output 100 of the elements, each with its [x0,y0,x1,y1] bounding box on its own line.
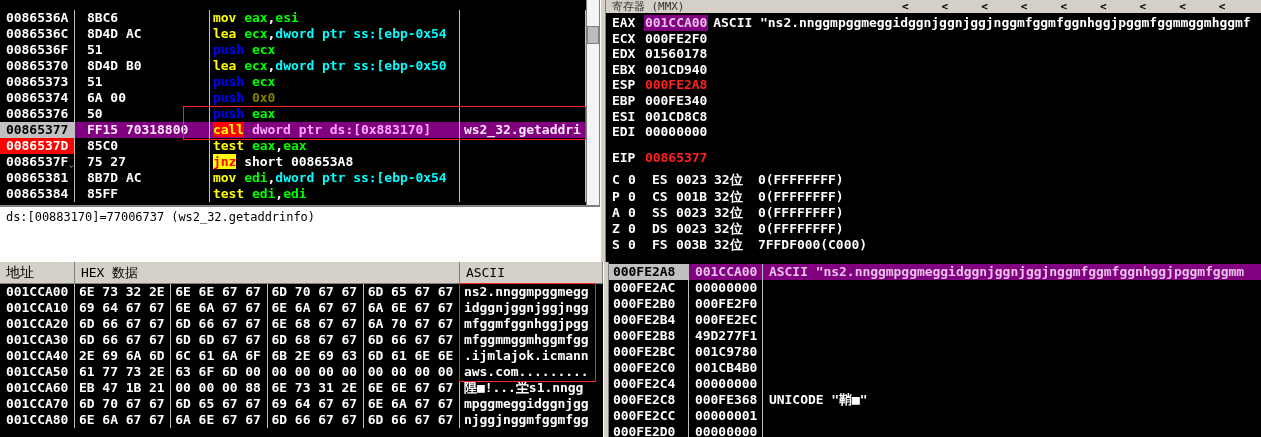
arrow-button[interactable]: < [981,0,1021,13]
address-cell: 00865377 [0,122,75,138]
hex-cell: 6D 65 67 67 [171,396,268,412]
address-cell: 001CCA00 [0,284,75,300]
hex-cell: 69 64 67 67 [75,300,172,316]
register-value[interactable]: 000FE2A8 [644,77,709,93]
arrow-button[interactable]: < [941,0,982,13]
instruction-cell: push ecx [210,74,460,90]
ascii-cell-text: mfggmmggmhggmfgg [463,332,589,348]
hex-cell: 6A 6E 67 67 [171,412,268,428]
register-value[interactable]: 001CD940 [644,61,709,78]
value-cell: 00000000 [689,376,763,392]
ascii-cell-text: aws.com......... [463,364,589,380]
arrow-button[interactable]: < [1179,0,1219,13]
arrow-button[interactable]: < [1060,0,1100,13]
hex-cell: 6D 66 67 67 [75,316,172,332]
address-cell: 0086536F [0,42,75,58]
address-cell: 0086537D [0,138,75,154]
address-cell: 001CCA40 [0,348,75,364]
segment-base: 0(FFFFFFFF) [758,220,844,238]
hex-cell: 6E 73 32 2E [75,284,172,300]
address-cell: 001CCA50 [0,364,75,380]
hex-cell: 6A 6E 67 67 [363,300,460,316]
flag-value[interactable]: 0 [628,172,652,189]
hex-cell: 6E 6A 67 67 [363,396,460,412]
address-cell: 000FE2B4 [609,312,689,328]
address-cell: 00865374 [0,90,75,106]
value-cell: 001C9780 [689,344,763,360]
arrow-button[interactable]: < [902,0,942,13]
address-cell: 0086536C [0,26,75,42]
hex-cell: 6D 66 67 67 [267,412,364,428]
register-name: EDX [612,46,637,62]
comment-cell-text: UNICODE "鞘■" [768,392,869,408]
arrow-button[interactable]: < [1218,0,1259,13]
segment-selector: 0023 [676,172,709,189]
segment-selector: 003B [676,237,709,254]
hex-cell: 51 [75,42,210,58]
address-cell: 000FE2CC [609,408,689,424]
register-value[interactable]: 001CD8C8 [644,108,709,125]
value-cell: 00000000 [689,424,763,437]
arrow-button[interactable]: < [1020,0,1061,13]
instruction-cell: lea ecx,dword ptr ss:[ebp-0x50 [210,58,460,74]
comment-cell: ASCII "ns2.nnggmpggmeggidggnjggnjggjnggmfggmfggnhggjpggmfggmm [763,264,1261,280]
arrow-button[interactable]: < [1139,0,1180,13]
hex-cell: 63 6F 6D 00 [171,364,268,380]
register-value[interactable]: 00000000 [644,124,709,140]
address-cell: 001CCA10 [0,300,75,316]
register-name: ECX [612,30,637,47]
instruction-cell: mov edi,dword ptr ss:[ebp-0x54 [210,170,460,186]
value-cell: 000FE2EC [689,312,763,328]
register-value[interactable]: 00865377 [644,149,709,166]
register-value[interactable]: 000FE2F0 [644,30,709,47]
segment-name: ES [652,172,669,189]
address-cell: 000FE2BC [609,344,689,360]
address-cell: 001CCA60 [0,380,75,396]
address-cell: 000FE2C0 [609,360,689,376]
register-name: EBP [612,92,637,109]
hex-cell: FF15 70318800 [75,122,210,138]
hex-cell: 6D 66 67 67 [75,332,172,348]
segment-base: 0(FFFFFFFF) [758,204,844,221]
hex-cell: 2E 69 6A 6D [75,348,172,364]
flag-value[interactable]: 0 [628,237,652,254]
column-header[interactable]: 地址 [0,262,75,283]
address-cell: 000FE2D0 [609,424,689,437]
flag-name: C [612,172,621,189]
flag-name: P [612,188,621,205]
instruction-cell: mov eax,esi [210,10,460,26]
register-name: EBX [612,61,637,78]
instruction-cell: jnz short 008653A8 [210,154,460,170]
column-header[interactable]: HEX 数据 [75,262,460,283]
address-cell: 000FE2C8 [609,392,689,408]
register-value[interactable]: 001CCA00 [644,15,709,31]
segment-name: DS [652,220,669,238]
segment-selector: 001B [676,188,709,205]
flag-name: Z [612,220,621,238]
register-value[interactable]: 01560178 [644,46,709,62]
segment-selector: 0023 [676,204,709,221]
hex-cell: 6D 65 67 67 [363,284,460,300]
address-cell: 001CCA80 [0,412,75,428]
instruction-cell: test edi,edi [210,186,460,202]
hex-cell: 8B7D AC [75,170,210,186]
hex-cell: 00 00 00 00 [363,364,460,380]
hex-cell: 6A 70 67 67 [363,316,460,332]
flag-value[interactable]: 0 [628,220,652,238]
value-cell: 00000000 [689,280,763,296]
instruction-cell: lea ecx,dword ptr ss:[ebp-0x54 [210,26,460,42]
value-cell: 00000001 [689,408,763,424]
hex-cell: 6A 00 [75,90,210,106]
ascii-cell-text: mfggmfggnhggjpgg [463,316,589,332]
flag-value[interactable]: 0 [628,188,652,205]
flag-value[interactable]: 0 [628,204,652,221]
arrow-button[interactable]: < [1099,0,1140,13]
address-cell: 00865384 [0,186,75,202]
ascii-cell-text: njggjnggmfggmfgg [463,412,589,428]
scrollbar[interactable] [586,0,600,205]
hex-cell: 6D 68 67 67 [267,332,364,348]
segment-base: 0(FFFFFFFF) [758,188,844,205]
hex-cell: 6C 61 6A 6F [171,348,268,364]
hex-cell: 85C0 [75,138,210,154]
register-value[interactable]: 000FE340 [644,92,709,109]
